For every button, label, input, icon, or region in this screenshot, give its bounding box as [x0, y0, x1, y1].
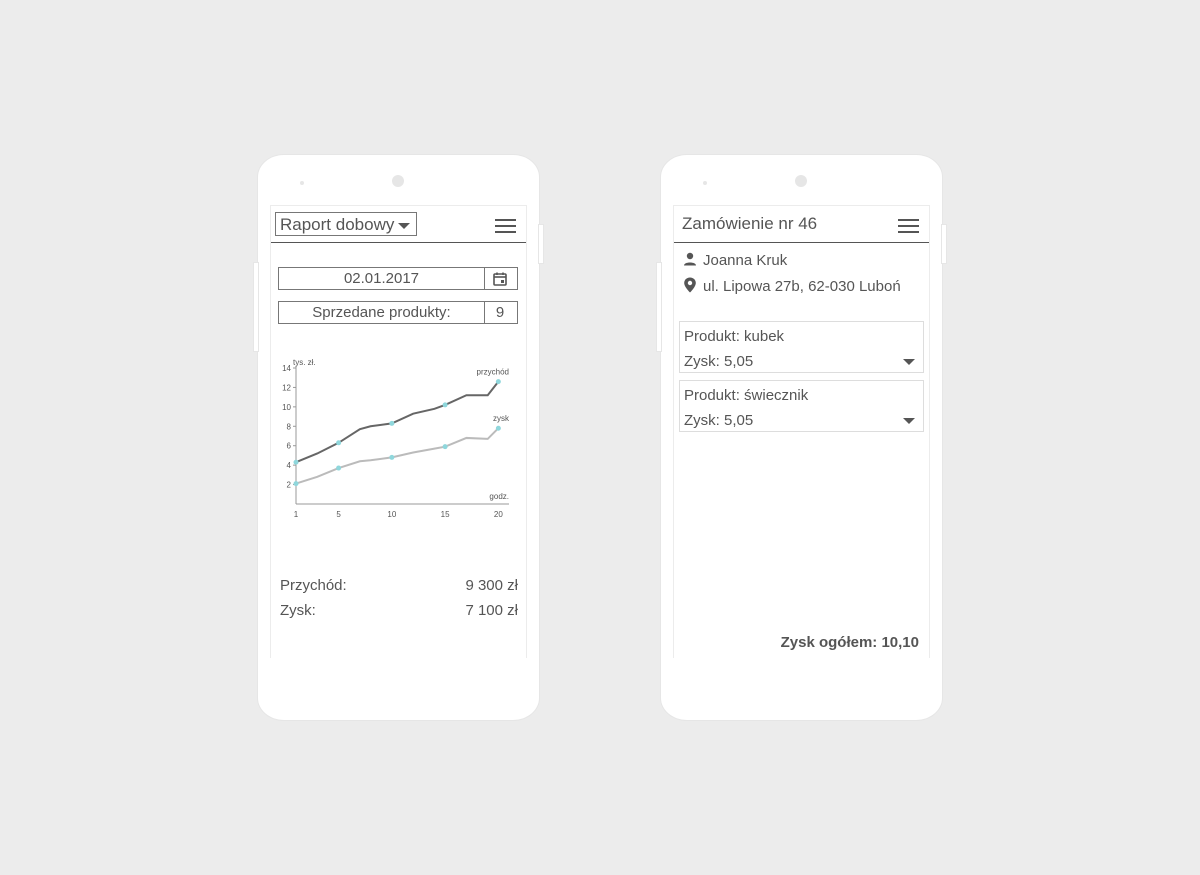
y-axis-label: tys. zł. [293, 358, 316, 367]
sold-products-count: 9 [495, 304, 505, 321]
sold-products-label: Sprzedane produkty: [279, 302, 485, 323]
sensor-dot [300, 181, 304, 185]
top-bar: Zamówienie nr 46 [674, 206, 929, 243]
address-line: ul. Lipowa 27b, 62-030 Luboń [683, 277, 901, 297]
screen-order: Zamówienie nr 46 Joanna Kruk ul. Lipowa … [673, 205, 930, 658]
x-tick-label: 5 [336, 510, 341, 519]
hamburger-icon[interactable] [898, 219, 919, 233]
y-tick-label: 2 [287, 481, 292, 490]
phone-right: Zamówienie nr 46 Joanna Kruk ul. Lipowa … [657, 155, 946, 720]
data-point [442, 444, 448, 450]
front-camera [795, 175, 807, 187]
order-title: Zamówienie nr 46 [682, 214, 818, 233]
date-value[interactable]: 02.01.2017 [279, 268, 485, 289]
location-pin-icon [683, 277, 699, 297]
caret-down-icon [398, 223, 410, 229]
data-point [293, 481, 299, 487]
data-point [293, 459, 299, 465]
product-name: Produkt: kubek [684, 328, 785, 345]
product-item[interactable]: Produkt: kubek Zysk: 5,05 [679, 321, 924, 373]
profit-value: 7 100 zł [465, 602, 518, 619]
revenue-value: 9 300 zł [465, 577, 518, 594]
data-point [389, 454, 395, 460]
total-profit: Zysk ogółem: 10,10 [780, 634, 919, 651]
data-point [495, 379, 501, 385]
customer-line: Joanna Kruk [683, 252, 787, 270]
side-button [942, 225, 946, 263]
series-label: zysk [493, 414, 510, 423]
profit-row: Zysk: 7 100 zł [280, 602, 518, 619]
customer-name: Joanna Kruk [703, 252, 788, 269]
front-camera [392, 175, 404, 187]
product-name: Produkt: świecznik [684, 387, 809, 404]
x-tick-label: 20 [494, 510, 503, 519]
date-picker[interactable]: 02.01.2017 [278, 267, 518, 290]
revenue-label: Przychód: [280, 577, 347, 594]
data-point [495, 425, 501, 431]
series-line-przychód [295, 380, 500, 464]
data-point [336, 465, 342, 471]
caret-down-icon[interactable] [903, 418, 915, 424]
side-button [539, 225, 543, 263]
series-label: przychód [477, 368, 509, 377]
product-profit: Zysk: 5,05 [684, 353, 754, 370]
sold-products-row: Sprzedane produkty: 9 [278, 301, 518, 324]
y-tick-label: 14 [282, 364, 291, 373]
x-tick-label: 1 [294, 510, 299, 519]
y-tick-label: 10 [282, 403, 291, 412]
side-button [657, 263, 661, 351]
data-point [442, 402, 448, 408]
revenue-row: Przychód: 9 300 zł [280, 577, 518, 594]
hamburger-icon[interactable] [495, 219, 516, 233]
daily-chart: 24681012141 5 10 15 20tys. zł.godz.przychódz… [282, 358, 510, 519]
top-bar: Raport dobowy [271, 206, 526, 243]
product-item[interactable]: Produkt: świecznik Zysk: 5,05 [679, 380, 924, 432]
screen-report: Raport dobowy 02.01.2017 Sprzedane produ [270, 205, 527, 658]
data-point [336, 440, 342, 446]
side-button [254, 263, 258, 351]
sensor-dot [703, 181, 707, 185]
product-profit: Zysk: 5,05 [684, 412, 754, 429]
x-tick-label: 15 [441, 510, 450, 519]
person-icon [683, 252, 699, 270]
phone-left: Raport dobowy 02.01.2017 Sprzedane produ [254, 155, 543, 720]
series-line-zysk [295, 427, 500, 485]
y-tick-label: 4 [287, 461, 292, 470]
profit-label: Zysk: [280, 602, 316, 619]
x-tick-label: 10 [387, 510, 396, 519]
caret-down-icon[interactable] [903, 359, 915, 365]
customer-address: ul. Lipowa 27b, 62-030 Luboń [703, 277, 901, 295]
x-axis-label: godz. [489, 492, 509, 501]
report-type-select[interactable]: Raport dobowy [275, 212, 417, 236]
calendar-icon[interactable] [483, 268, 517, 289]
report-type-label: Raport dobowy [280, 215, 395, 234]
data-point [389, 420, 395, 426]
y-tick-label: 12 [282, 383, 291, 392]
y-tick-label: 8 [287, 422, 292, 431]
y-tick-label: 6 [287, 442, 292, 451]
